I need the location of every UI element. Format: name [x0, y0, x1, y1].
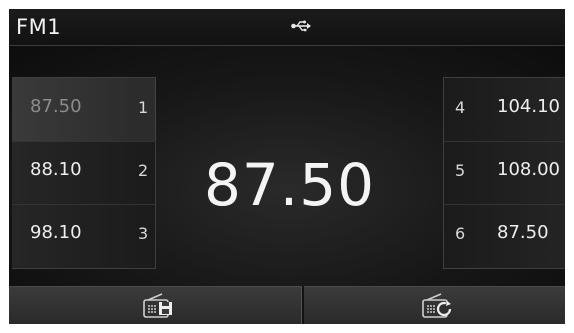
- preset-frequency: 104.10: [497, 96, 560, 117]
- preset-frequency: 87.50: [30, 96, 82, 117]
- preset-frequency: 108.00: [497, 159, 560, 180]
- main-display: 87.50 1 88.10 2 98.10 3 87.50 4 104.10 5…: [9, 46, 565, 286]
- preset-number: 6: [455, 224, 466, 243]
- preset-4[interactable]: 4 104.10: [444, 78, 565, 142]
- band-label: FM1: [16, 15, 62, 39]
- preset-frequency: 88.10: [30, 159, 82, 180]
- radio-scan-icon: [422, 293, 452, 318]
- preset-list-right: 4 104.10 5 108.00 6 87.50: [443, 77, 565, 269]
- preset-frequency: 98.10: [30, 222, 82, 243]
- preset-number: 5: [455, 161, 466, 180]
- preset-1[interactable]: 87.50 1: [12, 78, 156, 142]
- status-bar: FM1: [9, 9, 565, 46]
- preset-3[interactable]: 98.10 3: [12, 204, 155, 267]
- preset-number: 3: [138, 224, 149, 243]
- preset-6[interactable]: 6 87.50: [444, 204, 565, 267]
- radio-screen: FM1 87.50 1 88.10 2 98.10 3 87.50 4 104.…: [9, 9, 565, 324]
- preset-number: 1: [138, 98, 149, 117]
- preset-5[interactable]: 5 108.00: [444, 141, 565, 205]
- preset-frequency: 87.50: [497, 222, 549, 243]
- preset-2[interactable]: 88.10 2: [12, 141, 155, 205]
- radio-save-icon: [143, 293, 172, 318]
- preset-number: 2: [138, 161, 149, 180]
- scan-button[interactable]: [304, 286, 565, 324]
- save-preset-button[interactable]: [9, 286, 302, 324]
- bottom-toolbar: [9, 286, 565, 324]
- current-frequency: 87.50: [204, 151, 376, 219]
- preset-number: 4: [455, 98, 466, 117]
- usb-icon: [291, 20, 311, 32]
- preset-list-left: 87.50 1 88.10 2 98.10 3: [12, 77, 156, 269]
